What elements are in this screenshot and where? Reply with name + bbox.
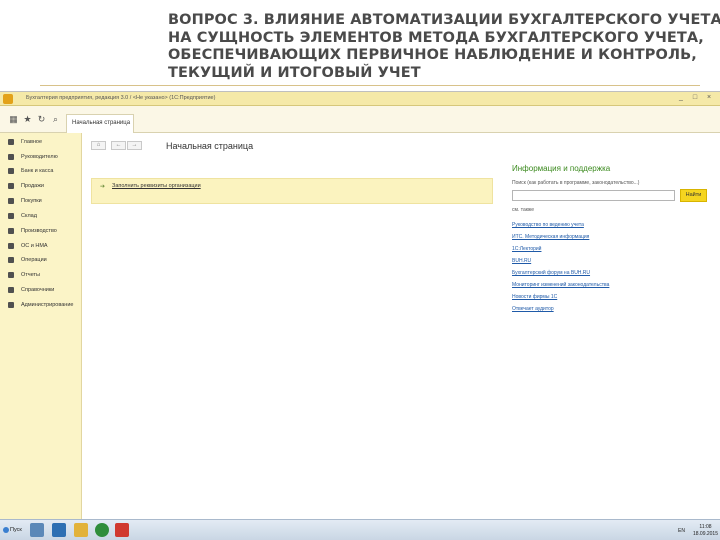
- home-nav-button[interactable]: ⌂: [91, 141, 106, 150]
- bank-icon: [8, 168, 14, 174]
- folder-icon[interactable]: [74, 523, 88, 537]
- clock[interactable]: 11:08 18.09.2015: [693, 524, 718, 538]
- sidebar-item-label: Продажи: [21, 183, 44, 189]
- sidebar-item-label: Покупки: [21, 198, 42, 204]
- sidebar-item-label: Руководителю: [21, 154, 58, 160]
- tab-home[interactable]: Начальная страница: [66, 114, 134, 133]
- sidebar-item-label: Справочники: [21, 287, 55, 293]
- directory-icon: [8, 287, 14, 293]
- link-its-methodology[interactable]: ИТС. Методическая информация: [512, 234, 589, 240]
- window-controls: _ □ ×: [676, 94, 714, 102]
- notice-panel: ➔ Заполнить реквизиты организации: [91, 178, 493, 204]
- sidebar: Главное Руководителю Банк и касса Продаж…: [0, 133, 82, 520]
- sidebar-item-main[interactable]: Главное: [8, 137, 42, 147]
- sidebar-item-directories[interactable]: Справочники: [8, 285, 54, 295]
- app-window: Бухгалтерия предприятия, редакция 3.0 / …: [0, 91, 720, 520]
- slide-title-line: ОБЕСПЕЧИВАЮЩИХ ПЕРВИЧНОЕ НАБЛЮДЕНИЕ И КО…: [168, 47, 697, 63]
- link-1c-lectorium[interactable]: 1С:Лекторий: [512, 246, 541, 252]
- chrome-icon[interactable]: [95, 523, 109, 537]
- warehouse-icon: [8, 213, 14, 219]
- os-taskbar: Пуск EN 11:08 18.09.2015: [0, 519, 720, 540]
- production-icon: [8, 228, 14, 234]
- chart-icon: [8, 154, 14, 160]
- slide-title-line: ТЕКУЩИЙ И ИТОГОВЫЙ УЧЕТ: [168, 64, 421, 81]
- window-title: Бухгалтерия предприятия, редакция 3.0 / …: [26, 95, 216, 101]
- info-support-title: Информация и поддержка: [512, 164, 611, 173]
- explorer-icon[interactable]: [30, 523, 44, 537]
- window-titlebar: Бухгалтерия предприятия, редакция 3.0 / …: [0, 92, 720, 106]
- arrow-right-icon: ➔: [100, 184, 106, 190]
- slide-title-line: ВОПРОС 3. ВЛИЯНИЕ АВТОМАТИЗАЦИИ БУХГАЛТЕ…: [168, 12, 720, 28]
- sidebar-item-production[interactable]: Производство: [8, 226, 57, 236]
- link-buh-ru[interactable]: BUH.RU: [512, 258, 531, 264]
- link-law-monitoring[interactable]: Мониторинг изменений законодательства: [512, 282, 609, 288]
- sidebar-item-warehouse[interactable]: Склад: [8, 211, 37, 221]
- sidebar-item-label: Отчеты: [21, 272, 41, 278]
- sidebar-item-reports[interactable]: Отчеты: [8, 270, 40, 280]
- search-hint: Поиск (как работать в программе, законод…: [512, 180, 640, 186]
- sidebar-item-label: Администрирование: [21, 302, 74, 308]
- sidebar-item-label: Производство: [21, 228, 57, 234]
- link-accounting-guide[interactable]: Руководство по ведению учета: [512, 222, 584, 228]
- sidebar-item-label: Банк и касса: [21, 168, 54, 174]
- grid-icon[interactable]: ▦: [8, 114, 19, 125]
- assets-icon: [8, 243, 14, 249]
- start-button[interactable]: Пуск: [2, 523, 24, 538]
- link-auditor-answers[interactable]: Отвечает аудитор: [512, 306, 554, 312]
- link-1c-news[interactable]: Новости фирмы 1С: [512, 294, 557, 300]
- close-button[interactable]: ×: [704, 94, 714, 102]
- back-button[interactable]: ←: [111, 141, 126, 150]
- fill-org-details-link[interactable]: Заполнить реквизиты организации: [112, 183, 201, 189]
- main-area: ⌂ ← → Начальная страница ➔ Заполнить рек…: [82, 133, 720, 520]
- sidebar-item-label: Склад: [21, 213, 37, 219]
- slide-title: ВОПРОС 3. ВЛИЯНИЕ АВТОМАТИЗАЦИИ БУХГАЛТЕ…: [168, 12, 720, 82]
- 1c-logo-icon: [3, 94, 13, 104]
- history-icon[interactable]: ↻: [36, 114, 47, 125]
- app-toolbar: ▦ ★ ↻ ⌕ Начальная страница: [0, 106, 720, 133]
- star-icon[interactable]: ★: [22, 114, 33, 125]
- sidebar-item-operations[interactable]: Операции: [8, 255, 47, 265]
- title-divider: [40, 85, 700, 86]
- search-icon[interactable]: ⌕: [50, 114, 61, 125]
- sidebar-item-sales[interactable]: Продажи: [8, 181, 44, 191]
- forward-button[interactable]: →: [127, 141, 142, 150]
- home-icon: [8, 139, 14, 145]
- language-indicator[interactable]: EN: [678, 528, 685, 534]
- sidebar-item-management[interactable]: Руководителю: [8, 152, 58, 162]
- purchase-icon: [8, 198, 14, 204]
- admin-icon: [8, 302, 14, 308]
- cart-icon: [8, 183, 14, 189]
- minimize-button[interactable]: _: [676, 94, 686, 102]
- sidebar-item-bank[interactable]: Банк и касса: [8, 166, 53, 176]
- sidebar-item-label: Главное: [21, 139, 43, 145]
- search-input[interactable]: [512, 190, 675, 201]
- sidebar-item-label: ОС и НМА: [21, 243, 48, 249]
- reports-icon: [8, 272, 14, 278]
- clock-time: 11:08: [699, 523, 712, 530]
- maximize-button[interactable]: □: [690, 94, 700, 102]
- search-button[interactable]: Найти: [680, 189, 707, 202]
- page-title: Начальная страница: [166, 141, 254, 151]
- powershell-icon[interactable]: [52, 523, 66, 537]
- slide-title-line: НА СУЩНОСТЬ ЭЛЕМЕНТОВ МЕТОДА БУХГАЛТЕРСК…: [168, 29, 704, 46]
- sidebar-item-assets[interactable]: ОС и НМА: [8, 241, 48, 251]
- clock-date: 18.09.2015: [692, 530, 718, 537]
- 1c-app-icon[interactable]: [115, 523, 129, 537]
- system-tray: EN 11:08 18.09.2015: [678, 522, 718, 539]
- see-also-label: см. также: [512, 207, 535, 213]
- link-buh-forum[interactable]: Бухгалтерский форум на BUH.RU: [512, 270, 590, 276]
- operations-icon: [8, 257, 14, 263]
- sidebar-item-label: Операции: [21, 257, 47, 263]
- sidebar-item-admin[interactable]: Администрирование: [8, 300, 73, 310]
- sidebar-item-purchases[interactable]: Покупки: [8, 196, 42, 206]
